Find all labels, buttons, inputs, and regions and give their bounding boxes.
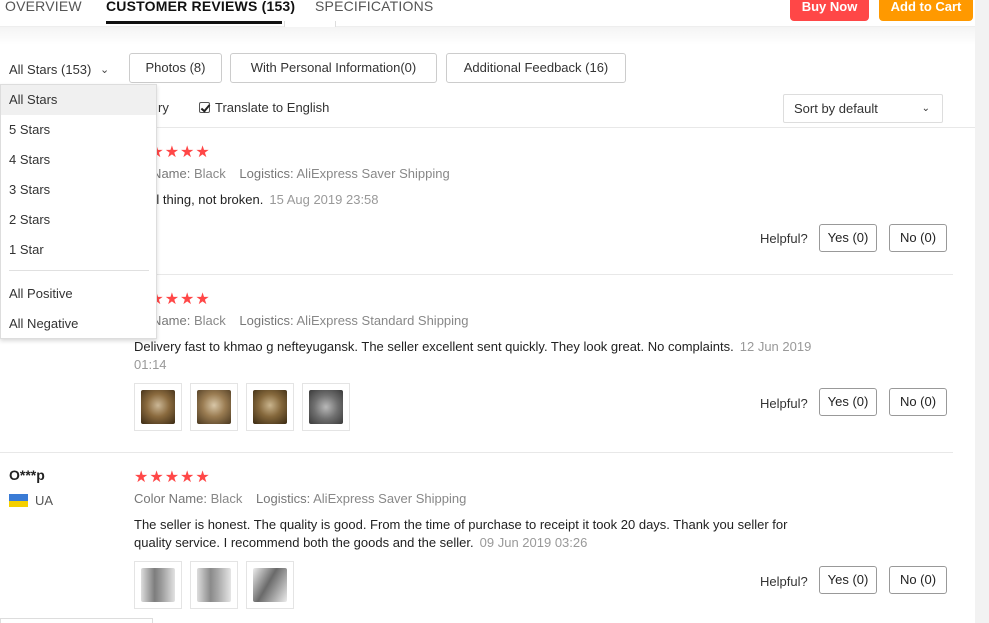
review-text: Delivery fast to khmao g nefteyugansk. T… [134, 338, 834, 374]
scrollbar-track[interactable] [975, 0, 989, 623]
menu-item-all-positive[interactable]: All Positive [1, 279, 156, 309]
color-name-value: Black [193, 166, 226, 181]
tab-specifications[interactable]: SPECIFICATIONS [315, 0, 433, 14]
popup-fragment [0, 618, 153, 623]
additional-feedback-filter-button[interactable]: Additional Feedback (16) [446, 53, 626, 83]
reviewer-name: O***p [9, 467, 45, 483]
review-photo[interactable] [134, 561, 182, 609]
ukraine-flag-icon [9, 494, 28, 507]
chevron-down-icon: ⌄ [100, 64, 110, 76]
review-body: Delivery fast to khmao g nefteyugansk. T… [134, 339, 734, 354]
buy-now-button[interactable]: Buy Now [790, 0, 869, 21]
review-meta: lor Name: Black Logistics: AliExpress St… [134, 313, 469, 328]
star-filter-dropdown: All Stars 5 Stars 4 Stars 3 Stars 2 Star… [0, 84, 157, 339]
helpful-yes-button[interactable]: Yes (0) [819, 566, 877, 594]
logistics-label: Logistics: [239, 313, 294, 328]
reviewer-country: UA [35, 493, 54, 508]
color-name-label: Color Name: [134, 491, 207, 506]
divider [0, 452, 953, 453]
review-meta: Color Name: Black Logistics: AliExpress … [134, 491, 466, 506]
menu-item-5-stars[interactable]: 5 Stars [1, 115, 156, 145]
personal-info-filter-button[interactable]: With Personal Information(0) [230, 53, 437, 83]
helpful-label: Helpful? [760, 396, 808, 411]
review-photo[interactable] [302, 383, 350, 431]
helpful-no-button[interactable]: No (0) [889, 566, 947, 594]
review-photo[interactable] [246, 383, 294, 431]
translate-label: Translate to English [215, 100, 330, 115]
translate-checkbox[interactable] [199, 102, 210, 113]
helpful-no-button[interactable]: No (0) [889, 388, 947, 416]
helpful-yes-button[interactable]: Yes (0) [819, 224, 877, 252]
menu-divider [9, 270, 149, 271]
chevron-down-icon: ⌄ [921, 103, 930, 114]
logistics-value: AliExpress Standard Shipping [296, 313, 469, 328]
photos-filter-button[interactable]: Photos (8) [129, 53, 222, 83]
menu-item-3-stars[interactable]: 3 Stars [1, 175, 156, 205]
logistics-value: AliExpress Saver Shipping [313, 491, 467, 506]
review-date: 09 Jun 2019 03:26 [479, 535, 588, 550]
logistics-value: AliExpress Saver Shipping [296, 166, 450, 181]
header-shadow [0, 27, 975, 45]
tab-bar: OVERVIEW CUSTOMER REVIEWS (153) SPECIFIC… [0, 0, 975, 29]
helpful-yes-button[interactable]: Yes (0) [819, 388, 877, 416]
country-filter-label[interactable]: ry [158, 100, 169, 115]
menu-item-all-stars[interactable]: All Stars [1, 85, 156, 115]
star-filter-value: All Stars (153) [9, 62, 92, 77]
menu-item-1-star[interactable]: 1 Star [1, 235, 156, 265]
helpful-label: Helpful? [760, 574, 808, 589]
active-tab-indicator [106, 21, 282, 24]
menu-item-all-negative[interactable]: All Negative [1, 309, 156, 339]
review-photo[interactable] [190, 561, 238, 609]
menu-item-2-stars[interactable]: 2 Stars [1, 205, 156, 235]
review-photo[interactable] [246, 561, 294, 609]
translate-toggle[interactable]: Translate to English [199, 100, 329, 115]
review-meta: lor Name: Black Logistics: AliExpress Sa… [134, 166, 450, 181]
review-body-line1: The seller is honest. The quality is goo… [134, 517, 788, 532]
review-date: 15 Aug 2019 23:58 [269, 192, 379, 207]
review-body-line2: quality service. I recommend both the go… [134, 535, 474, 550]
logistics-label: Logistics: [256, 491, 311, 506]
helpful-no-button[interactable]: No (0) [889, 224, 947, 252]
review-text: The seller is honest. The quality is goo… [134, 516, 834, 552]
color-name-value: Black [210, 491, 243, 506]
review-text: rmal thing, not broken. 15 Aug 2019 23:58 [134, 191, 834, 209]
color-name-value: Black [193, 313, 226, 328]
sort-select[interactable]: Sort by default ⌄ [783, 94, 943, 123]
review-time: 01:14 [134, 357, 167, 372]
sort-select-value: Sort by default [794, 101, 878, 116]
helpful-label: Helpful? [760, 231, 808, 246]
review-photo[interactable] [190, 383, 238, 431]
star-rating: ★★★★★ [134, 469, 211, 486]
review-photo[interactable] [134, 383, 182, 431]
tab-customer-reviews[interactable]: CUSTOMER REVIEWS (153) [106, 0, 295, 14]
menu-item-4-stars[interactable]: 4 Stars [1, 145, 156, 175]
tab-overview[interactable]: OVERVIEW [5, 0, 82, 14]
star-filter-select[interactable]: All Stars (153) ⌄ [3, 58, 120, 84]
add-to-cart-button[interactable]: Add to Cart [879, 0, 973, 21]
logistics-label: Logistics: [239, 166, 294, 181]
review-date: 12 Jun 2019 [739, 339, 812, 354]
